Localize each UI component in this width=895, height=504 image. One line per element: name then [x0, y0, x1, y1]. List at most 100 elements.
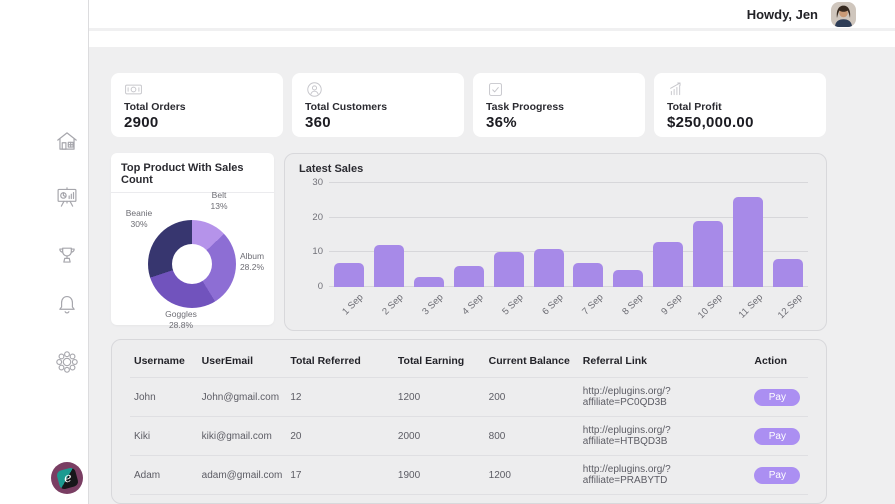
- cell-balance: 800: [485, 417, 579, 456]
- bar-5-sep: [494, 252, 524, 287]
- cell-username: Kiki: [130, 417, 198, 456]
- table-header-row: Username UserEmail Total Referred Total …: [130, 344, 808, 378]
- x-tick-label: 3 Sep: [420, 292, 445, 317]
- stat-label: Total Orders: [124, 101, 270, 113]
- stat-card-total-orders: Total Orders 2900: [111, 73, 283, 137]
- bar-3-sep: [414, 277, 444, 287]
- sidebar-item-analytics[interactable]: [54, 184, 80, 210]
- pay-button[interactable]: Pay: [754, 467, 800, 484]
- bar-10-sep: [693, 221, 723, 287]
- cell-earning: 2000: [394, 417, 485, 456]
- bar-1-sep: [334, 263, 364, 287]
- x-tick-label: 7 Sep: [580, 292, 605, 317]
- x-tick-label: 12 Sep: [776, 292, 805, 321]
- sidebar-item-settings[interactable]: [54, 349, 80, 375]
- pay-button[interactable]: Pay: [754, 389, 800, 406]
- customer-icon: [305, 80, 451, 99]
- cell-referred: 12: [286, 378, 394, 417]
- x-tick-label: 9 Sep: [660, 292, 685, 317]
- x-tick-label: 10 Sep: [696, 292, 725, 321]
- col-action: Action: [750, 344, 808, 378]
- greeting-text: Howdy, Jen: [747, 7, 818, 22]
- x-tick-label: 4 Sep: [460, 292, 485, 317]
- top-products-panel: Top Product With Sales Count Belt13% Bea…: [111, 153, 274, 325]
- x-axis-labels: 1 Sep2 Sep3 Sep4 Sep5 Sep6 Sep7 Sep8 Sep…: [329, 287, 808, 321]
- stat-value: 2900: [124, 114, 270, 131]
- donut-chart-title: Top Product With Sales Count: [111, 162, 274, 193]
- charts-row: Top Product With Sales Count Belt13% Bea…: [111, 153, 827, 331]
- gear-icon: [54, 349, 80, 375]
- x-tick-label: 8 Sep: [620, 292, 645, 317]
- x-tick-label: 1 Sep: [340, 292, 365, 317]
- referrals-table-panel: Username UserEmail Total Referred Total …: [111, 339, 827, 504]
- bar-9-sep: [653, 242, 683, 287]
- cell-balance: 1200: [485, 456, 579, 495]
- stat-value: 360: [305, 114, 451, 131]
- bar-2-sep: [374, 245, 404, 287]
- bar-chart-title: Latest Sales: [299, 163, 812, 175]
- y-tick-label: 0: [297, 281, 323, 292]
- presentation-chart-icon: [54, 184, 80, 210]
- stat-card-total-profit: Total Profit $250,000.00: [654, 73, 826, 137]
- cell-email: adam@gmail.com: [198, 456, 287, 495]
- stat-value: 36%: [486, 114, 632, 131]
- donut-hole: [172, 244, 212, 284]
- cell-username: John: [130, 378, 198, 417]
- cell-referral-link: http://eplugins.org/?affiliate=HTBQD3B: [579, 417, 751, 456]
- app-root: e Howdy, Jen Total Orders 2900 Tot: [0, 0, 895, 504]
- pay-button[interactable]: Pay: [754, 428, 800, 445]
- bar-chart-plot: 0102030: [329, 183, 808, 287]
- sidebar-item-notifications[interactable]: [54, 292, 80, 318]
- stat-label: Task Proogress: [486, 101, 632, 113]
- stat-value: $250,000.00: [667, 114, 813, 131]
- bar-6-sep: [534, 249, 564, 287]
- cell-earning: 1900: [394, 456, 485, 495]
- dashboard-content: Total Orders 2900 Total Customers 360 Ta…: [89, 47, 895, 504]
- bar-8-sep: [613, 270, 643, 287]
- user-avatar[interactable]: [831, 2, 856, 27]
- stat-card-total-customers: Total Customers 360: [292, 73, 464, 137]
- cell-username: Adam: [130, 456, 198, 495]
- stat-label: Total Profit: [667, 101, 813, 113]
- pie-label-album: Album28.2%: [229, 251, 275, 273]
- stat-label: Total Customers: [305, 101, 451, 113]
- home-icon: [54, 128, 80, 154]
- eplugins-logo[interactable]: e: [51, 462, 83, 494]
- pie-label-beanie: Beanie30%: [117, 208, 161, 230]
- x-tick-label: 5 Sep: [500, 292, 525, 317]
- col-username: Username: [130, 344, 198, 378]
- referrals-table: Username UserEmail Total Referred Total …: [130, 344, 808, 495]
- cell-email: kiki@gmail.com: [198, 417, 287, 456]
- latest-sales-panel: Latest Sales 0102030 1 Sep2 Sep3 Sep4 Se…: [284, 153, 827, 331]
- pie-label-belt: Belt13%: [197, 190, 241, 212]
- sidebar-item-achievements[interactable]: [54, 243, 80, 269]
- topbar: Howdy, Jen: [89, 0, 895, 31]
- table-row: Adam adam@gmail.com 17 1900 1200 http://…: [130, 456, 808, 495]
- sidebar: e: [0, 0, 89, 504]
- stat-card-task-progress: Task Proogress 36%: [473, 73, 645, 137]
- sidebar-item-home[interactable]: [54, 128, 80, 154]
- col-referral-link: Referral Link: [579, 344, 751, 378]
- trophy-icon: [54, 243, 80, 269]
- cell-referral-link: http://eplugins.org/?affiliate=PC0QD3B: [579, 378, 751, 417]
- col-current-balance: Current Balance: [485, 344, 579, 378]
- y-tick-label: 10: [297, 246, 323, 257]
- col-useremail: UserEmail: [198, 344, 287, 378]
- secondary-bar: [89, 31, 895, 47]
- task-check-icon: [486, 80, 632, 99]
- y-tick-label: 20: [297, 212, 323, 223]
- banknote-icon: [124, 80, 270, 99]
- cell-referred: 20: [286, 417, 394, 456]
- cell-balance: 200: [485, 378, 579, 417]
- cell-email: John@gmail.com: [198, 378, 287, 417]
- logo-letter: e: [62, 470, 72, 484]
- bar-chart: 0102030 1 Sep2 Sep3 Sep4 Sep5 Sep6 Sep7 …: [329, 183, 808, 321]
- col-total-earning: Total Earning: [394, 344, 485, 378]
- donut-chart: [148, 220, 236, 308]
- cell-earning: 1200: [394, 378, 485, 417]
- table-row: Kiki kiki@gmail.com 20 2000 800 http://e…: [130, 417, 808, 456]
- stats-row: Total Orders 2900 Total Customers 360 Ta…: [111, 73, 827, 137]
- bell-icon: [54, 292, 80, 318]
- table-row: John John@gmail.com 12 1200 200 http://e…: [130, 378, 808, 417]
- profit-chart-icon: [667, 80, 813, 99]
